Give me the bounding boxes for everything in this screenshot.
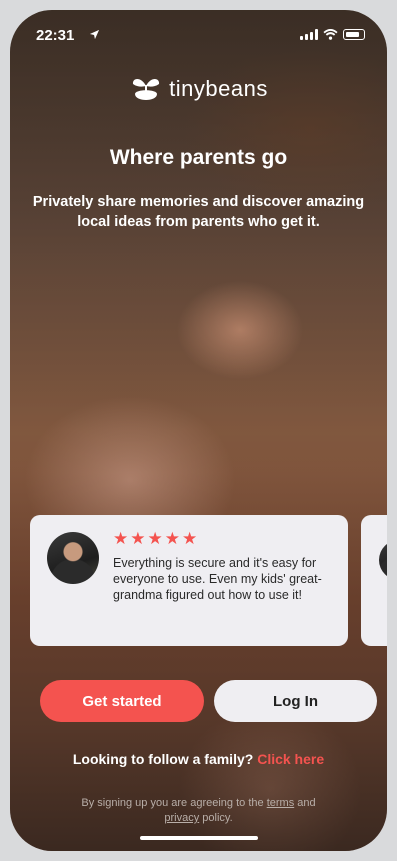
- log-in-button[interactable]: Log In: [214, 680, 377, 722]
- wifi-icon: [323, 29, 338, 40]
- status-time: 22:31: [36, 27, 75, 44]
- battery-icon: [343, 29, 365, 40]
- review-card[interactable]: ★★★★★ Everything is secure and it's easy…: [30, 515, 348, 646]
- terms-link[interactable]: terms: [267, 797, 295, 809]
- phone-screen: 22:31 tinybeans Where parents go Private…: [10, 10, 387, 851]
- home-indicator[interactable]: [140, 836, 258, 840]
- follow-prompt-text: Looking to follow a family?: [72, 751, 254, 767]
- status-bar: 22:31: [10, 10, 387, 56]
- brand-logo: tinybeans: [10, 72, 387, 106]
- system-indicators: [300, 29, 365, 40]
- legal-prefix: By signing up you are agreeing to the: [81, 797, 264, 809]
- legal-suffix: policy.: [202, 812, 233, 824]
- brand-name: tinybeans: [169, 76, 268, 101]
- review-text: Everything is secure and it's easy for e…: [113, 556, 322, 602]
- background-photo: [10, 10, 387, 851]
- follow-family-prompt: Looking to follow a family? Click here: [10, 751, 387, 767]
- get-started-button[interactable]: Get started: [40, 680, 204, 722]
- legal-notice: By signing up you are agreeing to the te…: [50, 796, 347, 826]
- sprout-icon: [133, 79, 160, 100]
- location-arrow-icon: [89, 29, 100, 40]
- page-title: Where parents go: [109, 146, 288, 169]
- star-rating: ★★★★★: [113, 529, 200, 548]
- legal-and: and: [297, 797, 316, 809]
- click-here-link[interactable]: Click here: [257, 751, 324, 767]
- reviewer-avatar: [379, 540, 387, 580]
- privacy-link[interactable]: privacy: [164, 812, 199, 824]
- reviewer-avatar: [47, 532, 99, 584]
- signal-icon: [300, 29, 318, 40]
- review-card-next[interactable]: [361, 515, 387, 646]
- page-subtitle: Privately share memories and discover am…: [32, 194, 365, 230]
